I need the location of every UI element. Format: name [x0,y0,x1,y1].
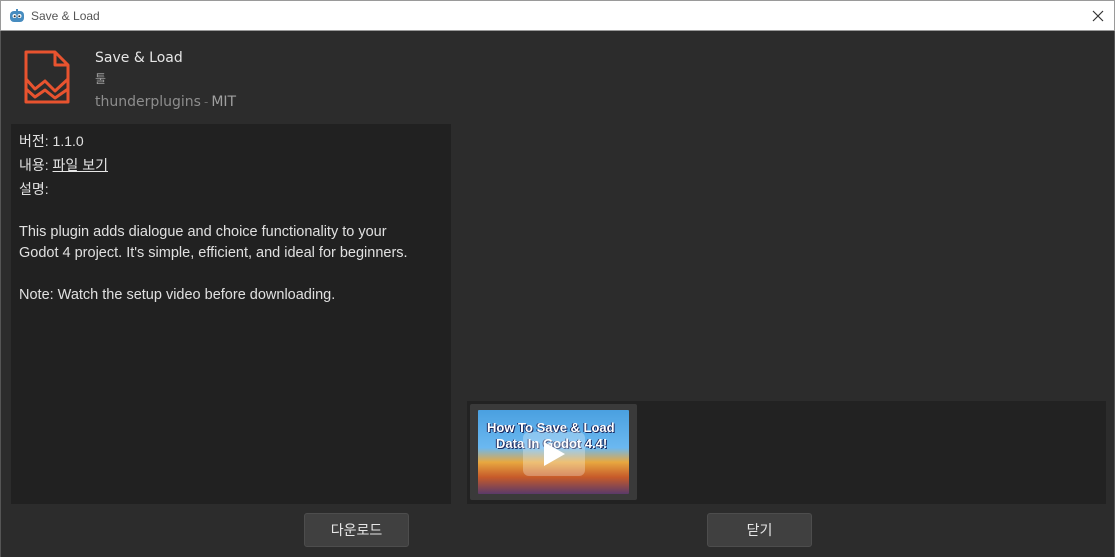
description-panel: 버전: 1.1.0 내용: 파일 보기 설명: This plugin adds… [11,124,451,504]
view-files-link[interactable]: 파일 보기 [53,157,108,173]
video-thumbnail[interactable]: How To Save & Load Data In Godot 4.4! [470,404,637,500]
plugin-name: Save & Load [95,50,183,66]
window-title: Save & Load [31,8,100,23]
close-icon[interactable] [1088,6,1108,26]
asset-detail-dialog: Save & Load 툴 thunderplugins - MIT 버전: 1.1… [0,31,1115,557]
contents-label: 내용: [19,157,49,173]
plugin-info: Save & Load 툴 thunderplugins - MIT [95,49,395,112]
play-icon[interactable] [523,432,585,476]
plugin-category: 툴 [95,72,107,86]
contents-row: 내용: 파일 보기 [19,156,443,180]
description-text: This plugin adds dialogue and choice fun… [19,224,408,303]
description-row: 설명: [19,180,443,204]
author-license-line: thunderplugins - MIT [95,91,395,112]
godot-icon [10,8,24,22]
download-button[interactable]: 다운로드 [304,513,409,547]
version-label: 버전: [19,133,49,149]
version-row: 버전: 1.1.0 [19,132,443,156]
close-button[interactable]: 닫기 [707,513,812,547]
plugin-license: MIT [211,94,237,110]
description-label: 설명: [19,181,49,197]
preview-strip: How To Save & Load Data In Godot 4.4! [467,401,1106,504]
thumbnail-image: How To Save & Load Data In Godot 4.4! [478,410,629,494]
plugin-header: Save & Load 툴 thunderplugins - MIT [23,49,236,110]
document-zigzag-icon [24,50,70,104]
separator: - [203,95,209,109]
version-value: 1.1.0 [52,133,84,149]
plugin-author[interactable]: thunderplugins [95,94,201,110]
window-titlebar: Save & Load [0,0,1115,31]
